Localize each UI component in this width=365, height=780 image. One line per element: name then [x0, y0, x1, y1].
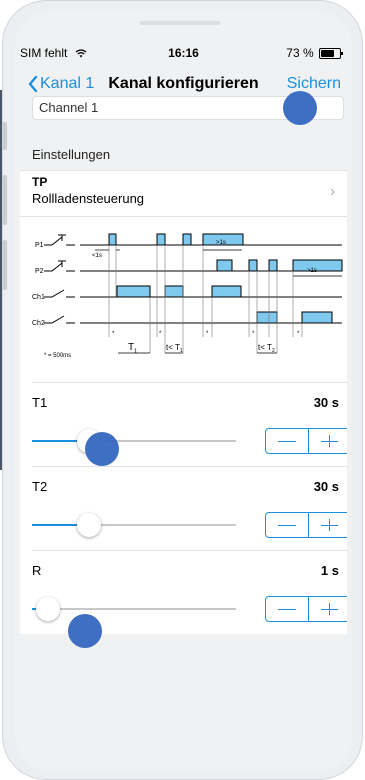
slider-t1[interactable]: [32, 429, 236, 453]
slider-label-t1: T1: [32, 395, 48, 410]
label-lt-t2: t< T: [258, 343, 272, 352]
decrement-button[interactable]: [266, 429, 309, 453]
star-4: *: [252, 331, 255, 337]
stepper-t2: [265, 512, 347, 538]
slider-row-t2: T2 30 s: [20, 466, 347, 550]
slider-t2[interactable]: [32, 513, 236, 537]
note-star-duration: * = 500ms: [44, 353, 71, 359]
label-p2: P2: [35, 268, 44, 275]
tap-marker: [283, 91, 317, 125]
slider-value-t2: 30 s: [313, 479, 339, 494]
function-type-code: TP: [32, 175, 48, 189]
battery-percent: 73 %: [286, 46, 314, 60]
slider-row-t1: T1 30 s: [20, 382, 347, 466]
slider-label-r: R: [32, 563, 42, 578]
star-1: *: [112, 331, 115, 337]
slider-r[interactable]: [32, 597, 236, 621]
label-gt1s-p2: >1s: [307, 268, 317, 274]
decrement-button[interactable]: [266, 597, 309, 621]
decrement-button[interactable]: [266, 513, 309, 537]
slider-label-t2: T2: [32, 479, 48, 494]
stepper-t1: [265, 428, 347, 454]
battery-icon: [319, 48, 343, 60]
silent-switch: [3, 122, 7, 150]
app-screen: SIM fehlt 16:16 73 % Kanal 1 Kanal konfi…: [20, 43, 347, 650]
star-3: *: [206, 331, 209, 337]
increment-button[interactable]: [309, 429, 348, 453]
stepper-r: [265, 596, 347, 622]
function-type-name: Rollladensteuerung: [32, 191, 145, 206]
volume-up-button: [3, 175, 7, 225]
battery-status: 73 %: [286, 46, 343, 60]
label-lt-t1: t< T: [166, 343, 180, 352]
label-gt1s-p1: >1s: [216, 240, 226, 246]
star-2: *: [159, 331, 162, 337]
slider-row-r: R 1 s: [20, 550, 347, 634]
increment-button[interactable]: [309, 513, 348, 537]
timing-diagram-svg: P1 P2 Ch1 Ch2 <1s >1s >1s * * * * * * = …: [32, 233, 343, 359]
label-ch1: Ch1: [32, 294, 45, 301]
slider-thumb[interactable]: [77, 513, 102, 537]
label-ch2: Ch2: [32, 320, 45, 327]
tap-marker: [85, 432, 119, 466]
label-p1: P1: [35, 242, 44, 249]
star-5: *: [297, 331, 300, 337]
label-t1-sub: 1: [134, 349, 138, 355]
chevron-right-icon: ›: [330, 183, 335, 200]
volume-down-button: [3, 240, 7, 290]
slider-value-t1: 30 s: [313, 395, 339, 410]
tap-marker: [68, 614, 102, 648]
increment-button[interactable]: [309, 597, 348, 621]
timing-diagram: P1 P2 Ch1 Ch2 <1s >1s >1s * * * * * * = …: [20, 217, 347, 382]
section-header-settings: Einstellungen: [20, 141, 347, 169]
save-button[interactable]: Sichern: [287, 75, 341, 93]
function-type-row[interactable]: TP Rollladensteuerung ›: [20, 170, 347, 217]
label-lt-t2-sub: 2: [272, 348, 275, 354]
slider-value-r: 1 s: [320, 563, 339, 578]
label-lt-t1-sub: 1: [180, 348, 183, 354]
speaker-slot: [140, 21, 220, 25]
status-bar: SIM fehlt 16:16 73 %: [20, 43, 347, 63]
slider-thumb[interactable]: [36, 597, 61, 621]
label-lt1s: <1s: [92, 253, 102, 259]
